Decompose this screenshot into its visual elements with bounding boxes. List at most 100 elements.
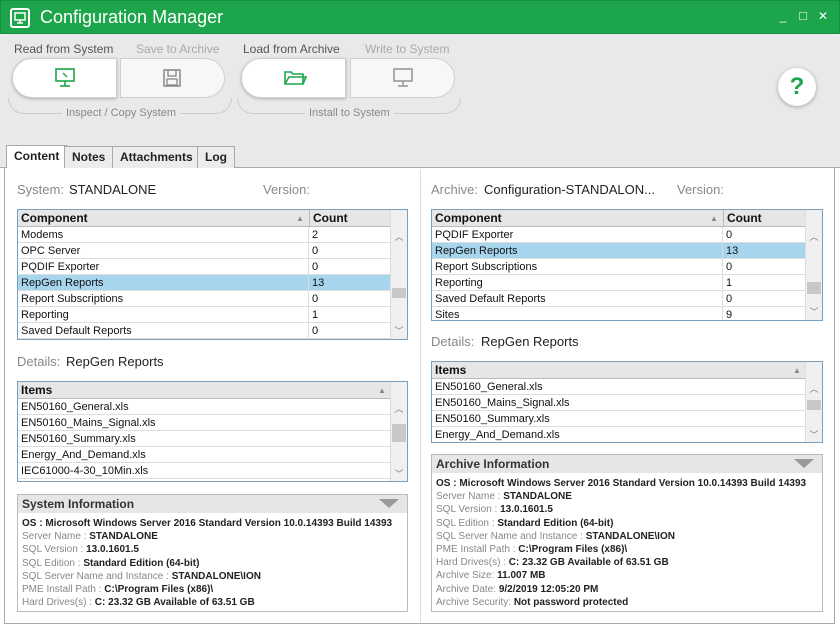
list-item[interactable]: IEC61000-4-30_10Min.xls [18, 463, 392, 479]
grid-header: Items ▲ [18, 382, 392, 399]
write-to-system-button[interactable] [350, 58, 455, 98]
count-column-header[interactable]: Count [723, 210, 807, 227]
scroll-down-icon[interactable]: ﹀ [391, 467, 407, 481]
info-line: SQL Edition : Standard Edition (64-bit) [436, 517, 613, 530]
sort-up-icon: ▲ [378, 386, 386, 395]
list-item[interactable]: EN50160_Summary.xls [18, 431, 392, 447]
details-value: RepGen Reports [481, 334, 579, 349]
sort-up-icon: ▲ [296, 214, 304, 223]
items-column-header[interactable]: Items [432, 362, 807, 379]
save-to-archive-button[interactable] [120, 58, 225, 98]
scroll-up-icon[interactable]: ︿ [391, 402, 407, 416]
table-row[interactable]: PQDIF Exporter 0 [18, 259, 392, 275]
system-components-grid[interactable]: Component ▲ Count Modems 2 OPC Server 0 PQDI… [17, 209, 408, 340]
list-item[interactable]: Energy_And_Demand.xls [432, 427, 807, 442]
details-label: Details: [431, 334, 475, 349]
table-row[interactable]: RepGen Reports 13 [18, 275, 392, 291]
info-key: PME Install Path : [436, 544, 519, 555]
list-item[interactable]: EN50160_Mains_Signal.xls [18, 415, 392, 431]
info-key: SQL Server Name and Instance : [436, 530, 586, 542]
info-value: 13.0.1601.5 [86, 544, 139, 556]
grid-header: Component ▲ Count [18, 210, 392, 227]
table-row[interactable]: Report Subscriptions 0 [432, 259, 807, 275]
table-row[interactable]: OPC Server 0 [18, 243, 392, 259]
scroll-thumb[interactable] [807, 282, 821, 294]
scroll-down-icon[interactable]: ﹀ [806, 428, 822, 442]
load-from-archive-label: Load from Archive [243, 42, 340, 56]
info-key: SQL Version : [436, 504, 501, 516]
close-button[interactable]: ✕ [816, 9, 830, 23]
item-cell: EN50160_Mains_Signal.xls [435, 397, 570, 409]
table-row[interactable]: Sites 9 [432, 307, 807, 320]
list-item[interactable]: Energy_And_Demand.xls [18, 447, 392, 463]
vertical-scrollbar[interactable]: ︿ ﹀ [805, 210, 822, 320]
vertical-scrollbar[interactable]: ︿ ﹀ [390, 382, 407, 481]
tab-content[interactable]: Content [6, 145, 68, 168]
tab-attachments[interactable]: Attachments [112, 146, 201, 168]
component-cell: OPC Server [18, 243, 309, 259]
list-item[interactable]: EN50160_General.xls [18, 399, 392, 415]
tab-log[interactable]: Log [197, 146, 235, 168]
table-row[interactable]: Saved Default Reports 0 [18, 323, 392, 339]
table-row[interactable]: Report Subscriptions 0 [18, 291, 392, 307]
archive-information-panel: Archive Information OS : Microsoft Windo… [431, 454, 823, 612]
count-column-header[interactable]: Count [309, 210, 392, 227]
help-button[interactable]: ? [778, 68, 816, 106]
scroll-up-icon[interactable]: ︿ [806, 382, 822, 396]
scroll-thumb[interactable] [807, 400, 821, 410]
list-item[interactable]: EN50160_Mains_Signal.xls [432, 395, 807, 411]
info-line: Archive Security: Not password protected [436, 596, 628, 609]
table-row[interactable]: Reporting 1 [432, 275, 807, 291]
info-line: OS : Microsoft Windows Server 2016 Stand… [436, 477, 806, 490]
component-cell: Report Subscriptions [432, 259, 723, 275]
scroll-down-icon[interactable]: ﹀ [391, 324, 407, 338]
component-column-header[interactable]: Component [18, 210, 308, 227]
table-row[interactable]: Saved Default Reports 0 [432, 291, 807, 307]
info-line: SQL Version : 13.0.1601.5 [22, 543, 139, 556]
load-from-archive-button[interactable] [241, 58, 346, 98]
info-key: SQL Edition : [436, 517, 498, 529]
read-from-system-label: Read from System [14, 42, 114, 56]
info-value: C: 23.32 GB Available of 63.51 GB [508, 557, 669, 569]
item-cell: Energy_And_Demand.xls [435, 429, 560, 441]
scroll-thumb[interactable] [392, 288, 406, 298]
archive-items-grid[interactable]: Items ▲ EN50160_General.xls EN50160_Mains… [431, 361, 823, 443]
items-column-header[interactable]: Items [18, 382, 392, 399]
scroll-up-icon[interactable]: ︿ [391, 230, 407, 244]
info-value: STANDALONE [503, 491, 572, 503]
scroll-up-icon[interactable]: ︿ [806, 230, 822, 244]
minimize-button[interactable]: _ [776, 9, 790, 23]
panel-divider [420, 170, 421, 622]
component-cell: RepGen Reports [18, 275, 309, 291]
read-from-system-button[interactable] [12, 58, 117, 98]
count-cell: 13 [312, 277, 325, 289]
table-row[interactable]: Modems 2 [18, 227, 392, 243]
collapse-triangle-icon[interactable] [794, 459, 814, 468]
vertical-scrollbar[interactable]: ︿ ﹀ [805, 362, 822, 442]
sort-up-icon: ▲ [710, 214, 718, 223]
archive-components-grid[interactable]: Component ▲ Count PQDIF Exporter 0 RepGen … [431, 209, 823, 321]
item-cell: Energy_And_Demand.xls [21, 449, 146, 461]
tab-notes[interactable]: Notes [64, 146, 114, 168]
info-line: Hard Drives(s) : C: 23.32 GB Available o… [22, 596, 255, 609]
table-row[interactable]: Reporting 1 [18, 307, 392, 323]
system-items-grid[interactable]: Items ▲ EN50160_General.xls EN50160_Mains… [17, 381, 408, 482]
scroll-thumb[interactable] [392, 424, 406, 442]
collapse-triangle-icon[interactable] [379, 499, 399, 508]
details-label: Details: [17, 354, 61, 369]
info-key: SQL Edition : [22, 557, 84, 569]
table-row[interactable]: PQDIF Exporter 0 [432, 227, 807, 243]
vertical-scrollbar[interactable]: ︿ ﹀ [390, 210, 407, 339]
info-value: STANDALONE\ION [171, 570, 261, 582]
list-item[interactable]: EN50160_General.xls [432, 379, 807, 395]
list-item[interactable]: EN50160_Summary.xls [432, 411, 807, 427]
table-row[interactable]: RepGen Reports 13 [432, 243, 807, 259]
maximize-button[interactable]: □ [796, 9, 810, 23]
scroll-down-icon[interactable]: ﹀ [806, 305, 822, 319]
info-key: OS : [436, 478, 460, 489]
info-line: PME Install Path : C:\Program Files (x86… [22, 583, 213, 596]
count-cell: 1 [726, 277, 733, 289]
info-key: SQL Version : [22, 544, 87, 556]
component-column-header[interactable]: Component [432, 210, 722, 227]
item-cell: EN50160_General.xls [435, 381, 543, 393]
